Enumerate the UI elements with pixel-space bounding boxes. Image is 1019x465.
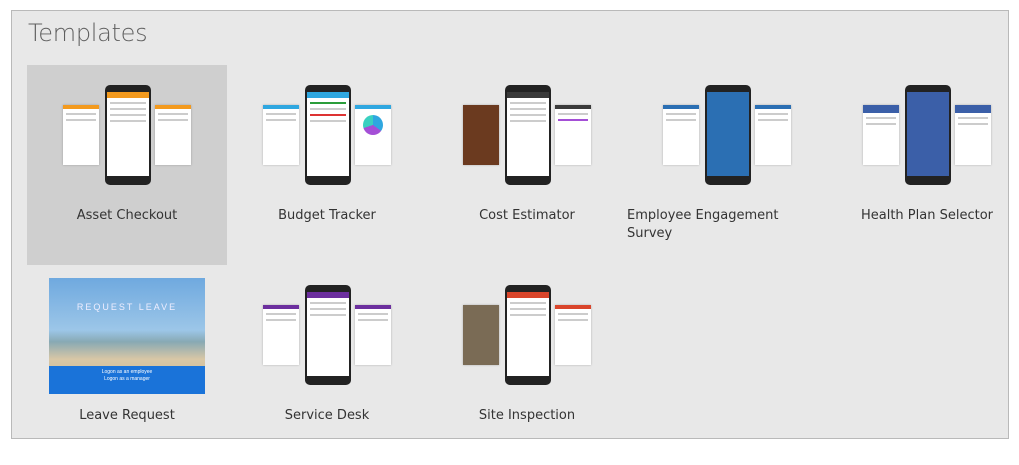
template-thumbnail xyxy=(263,85,391,185)
template-label: Health Plan Selector xyxy=(860,208,993,223)
template-label: Leave Request xyxy=(79,408,175,423)
template-label: Site Inspection xyxy=(478,408,576,423)
template-label: Asset Checkout xyxy=(76,208,178,223)
section-title: Templates xyxy=(28,19,148,47)
template-tile-asset-checkout[interactable]: Asset Checkout xyxy=(27,65,227,265)
template-thumbnail xyxy=(863,85,991,185)
template-tile-health-plan-selector[interactable]: Health Plan Selector xyxy=(827,65,1019,265)
template-thumbnail xyxy=(63,85,191,185)
template-tile-site-inspection[interactable]: Site Inspection xyxy=(427,265,627,465)
template-tile-budget-tracker[interactable]: Budget Tracker xyxy=(227,65,427,265)
template-thumbnail xyxy=(663,85,791,185)
template-thumbnail xyxy=(263,285,391,385)
template-label: Cost Estimator xyxy=(479,208,575,223)
template-label: Service Desk xyxy=(284,408,370,423)
template-tile-employee-engagement-survey[interactable]: Employee Engagement Survey xyxy=(627,65,827,265)
template-tile-leave-request[interactable]: REQUEST LEAVE Logon as an employee Logon… xyxy=(27,265,227,465)
template-label: Employee Engagement Survey xyxy=(627,208,779,241)
template-label: Budget Tracker xyxy=(278,208,376,223)
template-tile-service-desk[interactable]: Service Desk xyxy=(227,265,427,465)
template-thumbnail xyxy=(463,285,591,385)
template-thumbnail: REQUEST LEAVE Logon as an employee Logon… xyxy=(49,278,205,394)
template-thumbnail xyxy=(463,85,591,185)
template-tile-cost-estimator[interactable]: Cost Estimator xyxy=(427,65,627,265)
templates-panel: Templates Asset Checkout Budget Tracker … xyxy=(11,10,1009,439)
